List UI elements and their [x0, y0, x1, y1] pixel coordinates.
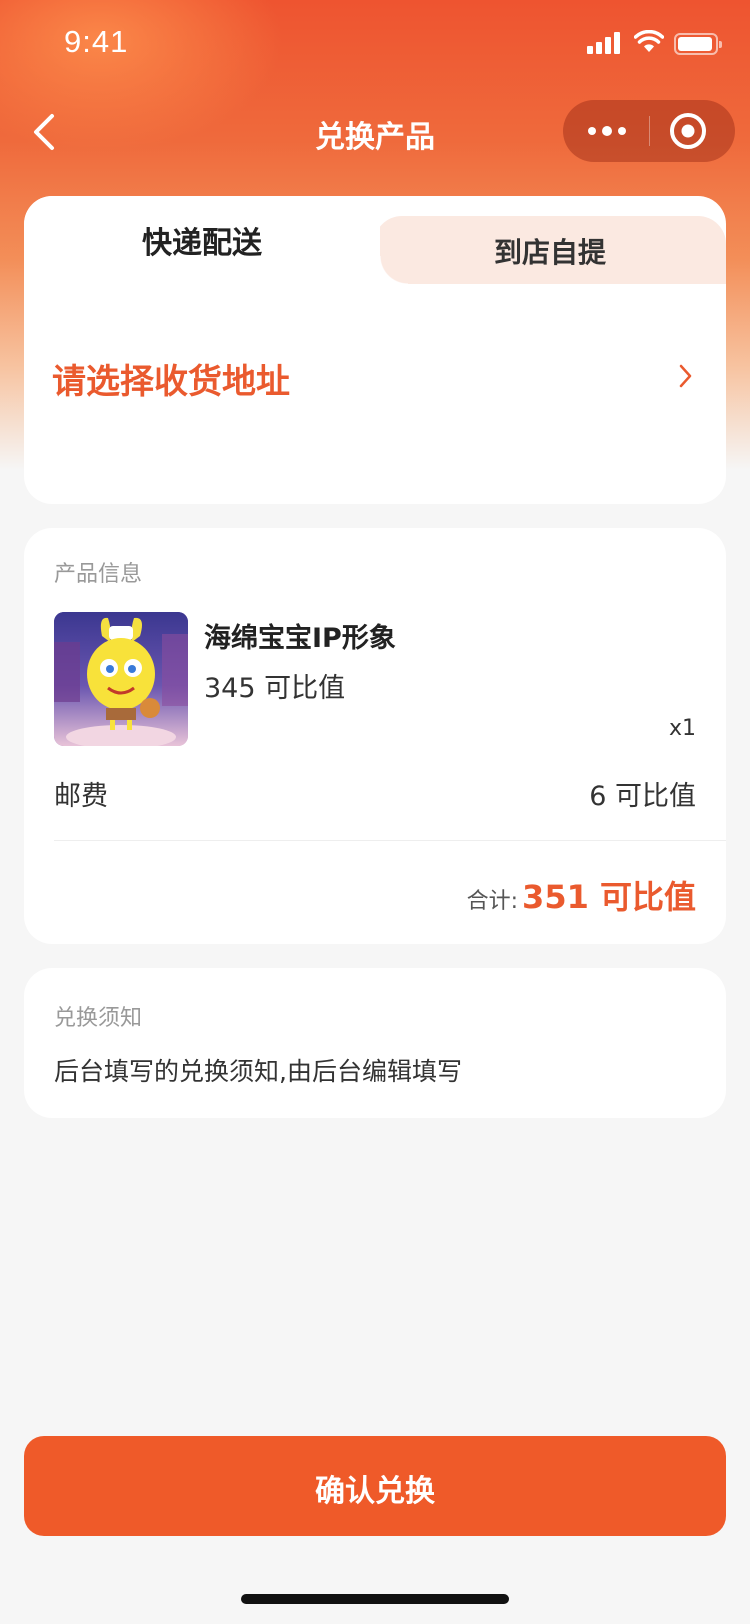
close-mini-program-icon[interactable] [649, 100, 735, 162]
tab-corner [380, 256, 408, 284]
notice-text: 后台填写的兑换须知,由后台编辑填写 [54, 1057, 462, 1086]
confirm-exchange-button[interactable]: 确认兑换 [24, 1436, 726, 1536]
status-bar: 9:41 [0, 0, 750, 88]
tab-label: 到店自提 [493, 236, 606, 269]
battery-icon [674, 33, 722, 55]
product-name: 海绵宝宝IP形象 [204, 623, 396, 654]
status-time: 9:41 [64, 24, 129, 59]
shipping-label: 邮费 [54, 781, 108, 812]
mini-program-capsule [563, 100, 735, 162]
more-menu-button[interactable] [563, 100, 649, 162]
total-row: 合计: 351 可比值 [467, 872, 696, 922]
delivery-tabs: 到店自提 快递配送 [24, 196, 726, 284]
product-price: 345 可比值 [204, 673, 346, 704]
total-label: 合计: [466, 889, 519, 914]
confirm-label: 确认兑换 [315, 1474, 435, 1509]
tab-express-delivery[interactable]: 快递配送 [24, 196, 380, 284]
tab-label: 快递配送 [142, 226, 262, 261]
notice-label: 兑换须知 [54, 1006, 143, 1031]
product-quantity: x1 [668, 716, 696, 741]
chevron-right-icon [679, 364, 692, 388]
tab-store-pickup[interactable]: 到店自提 [374, 216, 726, 284]
home-indicator [241, 1594, 509, 1604]
total-value: 351 可比值 [522, 878, 696, 916]
wifi-icon [634, 30, 664, 52]
cellular-signal-icon [587, 32, 623, 54]
select-address-row[interactable]: 请选择收货地址 [24, 336, 726, 416]
address-prompt: 请选择收货地址 [52, 362, 290, 402]
section-label: 产品信息 [54, 562, 143, 587]
delivery-card: 到店自提 快递配送 请选择收货地址 [24, 196, 726, 504]
exchange-notice-card: 兑换须知 后台填写的兑换须知,由后台编辑填写 [24, 968, 726, 1118]
product-info-card: 产品信息 海绵宝宝IP形象 345 可比值 x1 邮费 6 可比值 合计: 35… [24, 528, 726, 944]
divider [54, 840, 726, 841]
shipping-value: 6 可比值 [589, 781, 696, 812]
product-image [54, 612, 188, 746]
